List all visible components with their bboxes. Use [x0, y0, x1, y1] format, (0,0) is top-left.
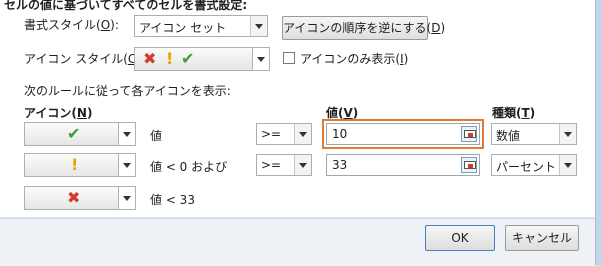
chevron-down-icon[interactable] — [294, 124, 311, 144]
chevron-down-icon[interactable] — [294, 155, 311, 175]
column-header-type: 種類(T) — [492, 106, 536, 120]
rule-1-icon-select[interactable]: ✔ — [24, 122, 136, 146]
rule-1-type-select[interactable]: 数値 — [491, 123, 577, 145]
format-style-label: 書式スタイル(O): — [24, 18, 119, 32]
rule-2-type-select[interactable]: パーセント — [491, 154, 577, 176]
icon-style-select[interactable]: ✖ ! ✔ — [134, 47, 270, 71]
rules-heading: 次のルールに従って各アイコンを表示: — [24, 84, 231, 98]
check-icon: ✔ — [67, 124, 81, 143]
dialog-heading: セルの値に基づいてすべてのセルを書式設定: — [4, 0, 248, 12]
rule-2-condition: 値 < 0 および — [150, 160, 228, 174]
dialog-panel: セルの値に基づいてすべてのセルを書式設定: 書式スタイル(O): アイコン セッ… — [0, 0, 596, 217]
format-style-value: アイコン セット — [139, 21, 227, 35]
icon-style-label: アイコン スタイル(C): — [24, 52, 145, 66]
chevron-down-icon[interactable] — [252, 48, 269, 70]
column-header-icon: アイコン(N) — [24, 106, 93, 120]
collapse-dialog-icon[interactable] — [461, 126, 477, 142]
reverse-icon-order-button[interactable]: アイコンの順序を逆にする(D) — [282, 16, 445, 40]
show-icon-only-label[interactable]: アイコンのみ表示(I) — [300, 50, 408, 67]
rule-3-icon-select[interactable]: ✖ — [24, 186, 136, 210]
chevron-down-icon[interactable] — [250, 16, 267, 36]
check-icon: ✔ — [181, 49, 195, 68]
exclamation-icon: ! — [71, 155, 79, 174]
chevron-down-icon[interactable] — [559, 155, 576, 175]
dialog-footer: OK キャンセル — [0, 218, 595, 266]
rule-3-condition: 値 < 33 — [150, 193, 195, 207]
exclamation-icon: ! — [166, 49, 174, 68]
cross-icon: ✖ — [143, 49, 157, 68]
collapse-dialog-icon[interactable] — [461, 157, 477, 173]
ok-button[interactable]: OK — [425, 225, 495, 251]
window-frame-edge — [595, 0, 602, 265]
chevron-down-icon[interactable] — [118, 187, 135, 209]
cancel-button[interactable]: キャンセル — [505, 225, 579, 251]
chevron-down-icon[interactable] — [559, 124, 576, 144]
rule-1-value-input[interactable]: 10 — [326, 123, 480, 145]
rule-2-operator-select[interactable]: >= — [256, 154, 312, 176]
cross-icon: ✖ — [67, 188, 81, 207]
show-icon-only-checkbox[interactable] — [283, 52, 295, 64]
rule-2-value-input[interactable]: 33 — [326, 154, 480, 176]
rule-1-operator-select[interactable]: >= — [256, 123, 312, 145]
chevron-down-icon[interactable] — [118, 154, 135, 176]
rule-1-condition: 値 — [150, 129, 163, 143]
rule-2-icon-select[interactable]: ! — [24, 153, 136, 177]
chevron-down-icon[interactable] — [118, 123, 135, 145]
format-style-select[interactable]: アイコン セット — [134, 15, 268, 37]
